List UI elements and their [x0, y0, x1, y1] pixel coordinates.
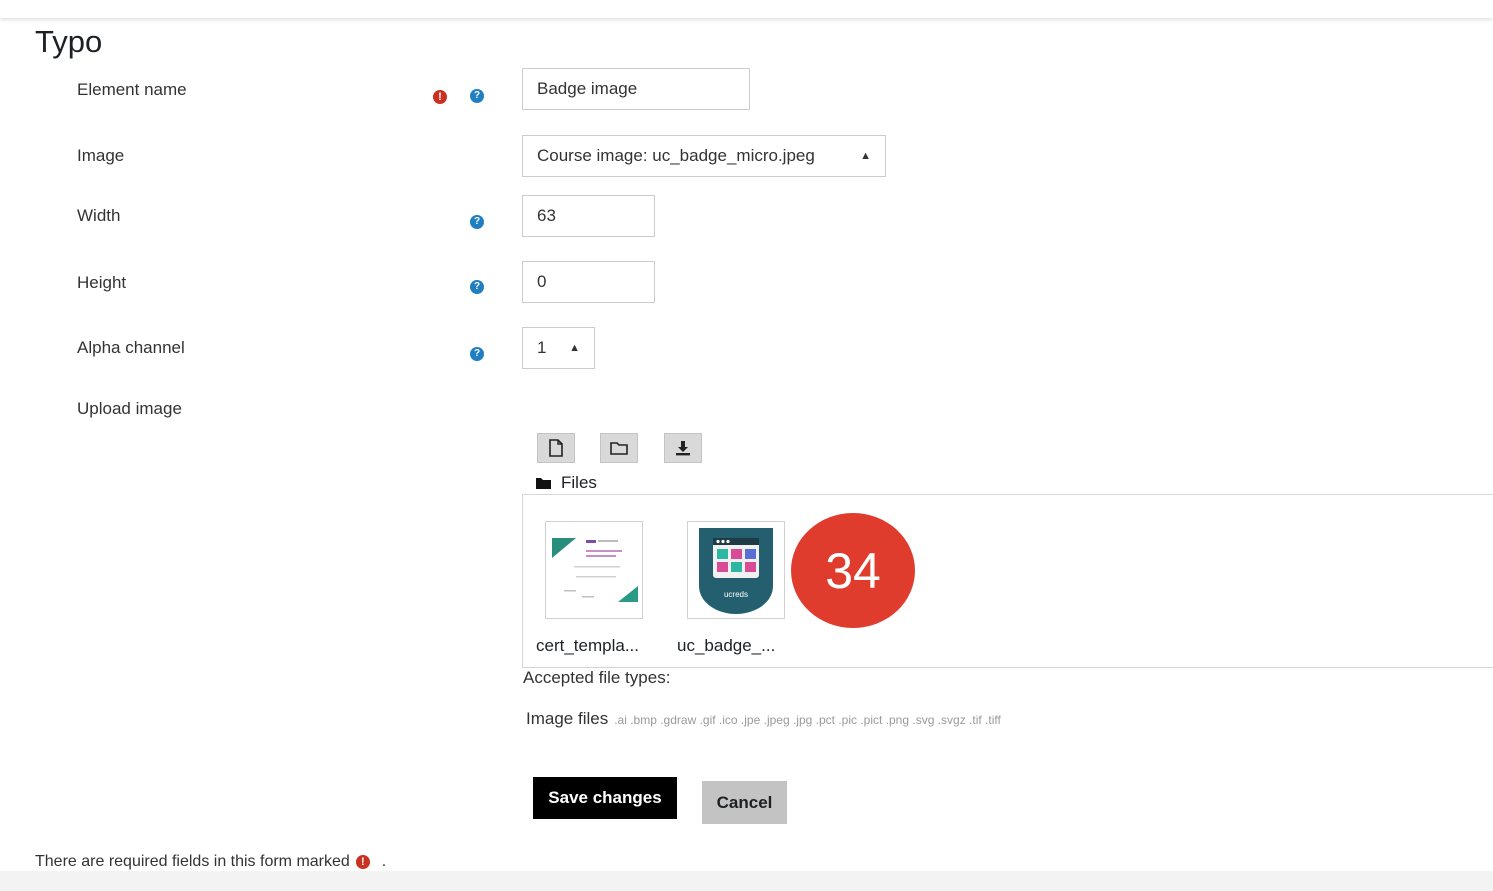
width-input[interactable]: 63 — [522, 195, 655, 237]
required-icon: ! — [433, 90, 447, 104]
help-icon[interactable]: ? — [470, 215, 484, 229]
select-arrows-icon: ▲︎ — [569, 342, 580, 354]
file-thumbnail-uc-badge[interactable]: ucreds — [687, 521, 785, 619]
accepted-file-types-label: Accepted file types: — [523, 668, 671, 687]
file-thumbnail-cert-template[interactable] — [545, 521, 643, 619]
files-folder-path[interactable]: Files — [536, 473, 597, 493]
files-folder-label: Files — [561, 473, 597, 492]
element-name-label: Element name — [77, 80, 187, 99]
upload-image-label: Upload image — [77, 399, 182, 418]
certificate-preview-icon — [552, 538, 638, 602]
section-title: Typo — [35, 24, 103, 59]
required-note-text: There are required fields in this form m… — [35, 853, 350, 870]
annotation-step-badge: 34 — [791, 513, 915, 628]
file-name[interactable]: cert_templa... — [536, 636, 639, 656]
image-files-label: Image files — [526, 709, 609, 728]
file-icon — [549, 439, 563, 457]
download-button[interactable] — [664, 433, 702, 463]
select-arrows-icon: ▲︎ — [860, 150, 871, 162]
create-folder-button[interactable] — [600, 433, 638, 463]
top-edge — [0, 0, 1493, 18]
help-icon[interactable]: ? — [470, 347, 484, 361]
help-icon[interactable]: ? — [470, 280, 484, 294]
image-select[interactable]: Course image: uc_badge_micro.jpeg ▲︎ — [522, 135, 886, 177]
file-extensions-list: .ai .bmp .gdraw .gif .ico .jpe .jpeg .jp… — [614, 713, 1001, 727]
image-select-value: Course image: uc_badge_micro.jpeg — [537, 146, 815, 165]
height-label: Height — [77, 273, 127, 292]
badge-logo-text: ucreds — [724, 590, 748, 599]
badge-preview-icon: ucreds — [699, 528, 773, 614]
height-value: 0 — [537, 272, 547, 291]
width-value: 63 — [537, 206, 556, 225]
cancel-button[interactable]: Cancel — [702, 781, 787, 824]
accepted-file-types: Image files .ai .bmp .gdraw .gif .ico .j… — [526, 709, 1001, 729]
height-input[interactable]: 0 — [522, 261, 655, 303]
folder-icon — [536, 478, 551, 489]
help-icon[interactable]: ? — [470, 89, 484, 103]
save-changes-button[interactable]: Save changes — [533, 777, 677, 819]
element-name-value: Badge image — [537, 79, 638, 98]
required-icon: ! — [355, 855, 370, 869]
alpha-channel-value: 1 — [537, 338, 547, 357]
image-label: Image — [77, 146, 125, 165]
folder-icon — [610, 442, 628, 455]
required-note-end: . — [381, 853, 387, 870]
required-fields-note: There are required fields in this form m… — [35, 853, 386, 871]
alpha-channel-label: Alpha channel — [77, 338, 185, 357]
file-drop-area[interactable] — [522, 494, 1493, 668]
footer-bar — [0, 871, 1493, 891]
add-file-button[interactable] — [537, 433, 575, 463]
alpha-channel-select[interactable]: 1 ▲︎ — [522, 327, 595, 369]
width-label: Width — [77, 206, 121, 225]
download-icon — [676, 441, 690, 456]
element-name-input[interactable]: Badge image — [522, 68, 750, 110]
file-name[interactable]: uc_badge_... — [677, 636, 775, 656]
